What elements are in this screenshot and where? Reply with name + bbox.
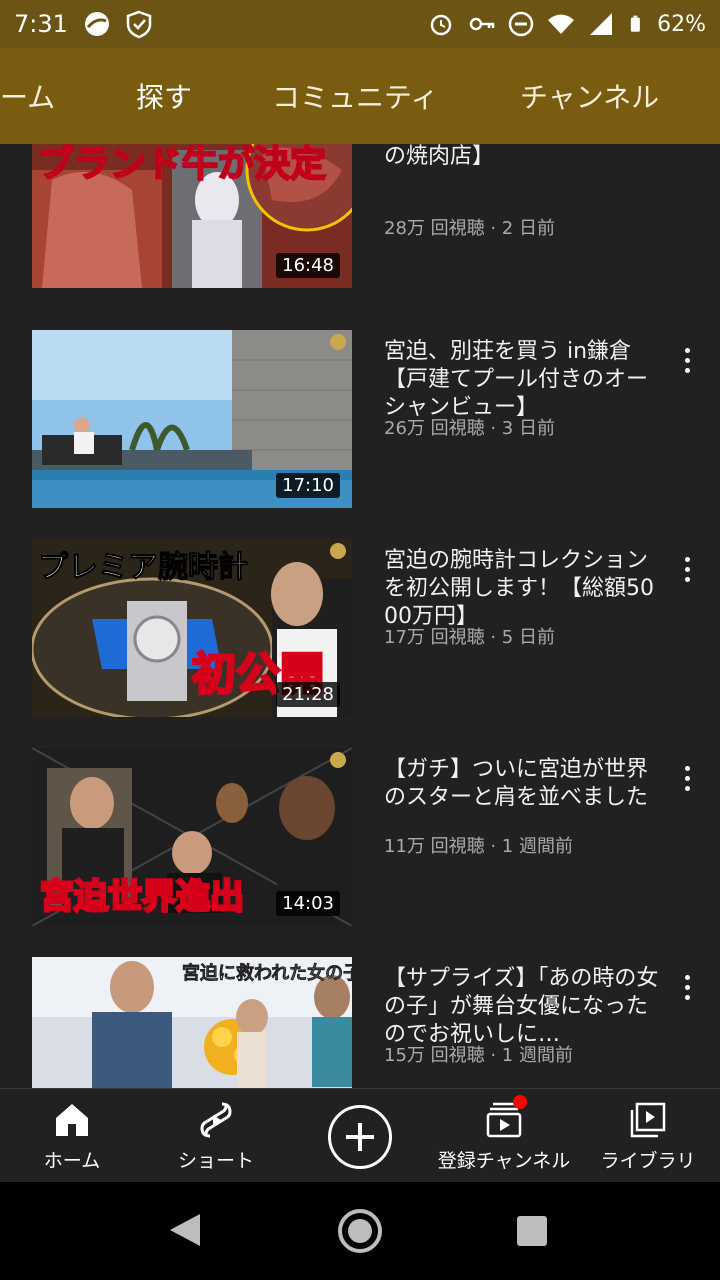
thumbnail-caption: 宮迫世界進出 [40,877,244,917]
battery-icon [630,15,640,32]
video-title[interactable]: 【サプライズ】「あの時の女の子」が舞台女優になったのでお祝いしに… [384,965,660,1049]
video-title[interactable]: 牛が決まりました【日本一の焼肉店】 [384,144,660,171]
plus-icon [346,1123,374,1151]
subscriptions-icon [486,1094,527,1137]
video-feed[interactable]: ブランド牛が決定 16:48 牛が決まりました【日本一の焼肉店】 28万 回視聴… [0,144,720,1088]
video-thumbnail[interactable]: 宮迫世界進出 14:03 [32,748,352,926]
video-meta: 28万 回視聴 · 2 日前 [384,218,555,239]
recent-apps-icon[interactable] [517,1216,547,1246]
video-thumbnail[interactable]: ブランド牛が決定 16:48 [32,144,352,288]
key-icon [469,17,495,31]
library-icon [630,1102,666,1137]
video-duration: 16:48 [276,253,340,278]
video-duration: 14:03 [276,891,340,916]
nav-subscriptions[interactable]: 登録チャンネル [432,1089,576,1183]
home-icon [56,1103,88,1136]
back-icon[interactable] [170,1214,200,1246]
nav-home[interactable]: ホーム [36,1089,108,1183]
thumbnail-caption: ブランド牛が決定 [38,144,326,185]
thumbnail-image: 宮迫に救われた女の子 お祝いサプライズ [32,957,352,1088]
create-button[interactable] [328,1105,392,1169]
tab-channels[interactable]: チャンネル [520,48,659,144]
video-title[interactable]: 【ガチ】ついに宮迫が世界のスターと肩を並べました [384,756,660,812]
nav-library[interactable]: ライブラリ [596,1089,700,1183]
signal-icon [590,13,613,35]
wifi-icon [548,14,575,34]
shorts-icon [200,1102,232,1137]
video-thumbnail[interactable]: 宮迫に救われた女の子 お祝いサプライズ [32,957,352,1088]
bottom-navigation: ホーム ショート 登録チャンネル ライブラリ [0,1088,720,1182]
nav-home-label: ホーム [43,1149,101,1172]
video-meta: 17万 回視聴 · 5 日前 [384,627,555,648]
more-options-icon[interactable] [672,342,702,378]
video-duration: 17:10 [276,473,340,498]
thumbnail-caption: 宮迫に救われた女の子 [182,962,352,984]
tab-community[interactable]: コミュニティ [272,48,438,144]
status-bar: 7:31 62% [0,0,720,48]
video-item[interactable]: 宮迫に救われた女の子 お祝いサプライズ 【サプライズ】「あの時の女の子」が舞台女… [0,957,720,1088]
more-options-icon[interactable] [672,760,702,796]
video-title[interactable]: 宮迫の腕時計コレクションを初公開します！【総額5000万円】 [384,547,660,631]
alarm-icon [430,14,452,36]
video-item[interactable]: ブランド牛が決定 16:48 牛が決まりました【日本一の焼肉店】 28万 回視聴… [0,144,720,290]
thumbnail-caption: プレミア腕時計 [38,550,248,585]
video-duration: 21:28 [276,682,340,707]
more-options-icon[interactable] [672,969,702,1005]
video-meta: 11万 回視聴 · 1 週間前 [384,836,573,857]
status-time: 7:31 [14,10,68,38]
more-options-icon[interactable] [672,551,702,587]
home-button-icon[interactable] [338,1209,382,1253]
browser-icon [84,12,109,36]
tab-explore[interactable]: 探す [136,48,192,144]
nav-subscriptions-label: 登録チャンネル [437,1149,571,1172]
channel-tab-bar: ーム 探す コミュニティ チャンネル [0,48,720,144]
video-item[interactable]: プレミア腕時計 初公開 21:28 宮迫の腕時計コレクションを初公開します！【総… [0,539,720,719]
battery-percent: 62% [657,11,706,37]
video-item[interactable]: 17:10 宮迫、別荘を買う in鎌倉【戸建てプール付きのオーシャンビュー】 2… [0,330,720,510]
video-thumbnail[interactable]: プレミア腕時計 初公開 21:28 [32,539,352,717]
video-title[interactable]: 宮迫、別荘を買う in鎌倉【戸建てプール付きのオーシャンビュー】 [384,338,660,422]
video-thumbnail[interactable]: 17:10 [32,330,352,508]
system-navigation-bar [0,1182,720,1280]
dnd-icon [508,11,534,37]
video-meta: 26万 回視聴 · 3 日前 [384,418,555,439]
notification-dot [513,1094,527,1109]
nav-library-label: ライブラリ [600,1149,696,1172]
shield-icon [126,10,152,39]
tab-home[interactable]: ーム [0,48,55,144]
nav-shorts-label: ショート [177,1149,254,1172]
nav-shorts[interactable]: ショート [172,1089,260,1183]
video-meta: 15万 回視聴 · 1 週間前 [384,1045,573,1066]
video-item[interactable]: 宮迫世界進出 14:03 【ガチ】ついに宮迫が世界のスターと肩を並べました 11… [0,748,720,928]
